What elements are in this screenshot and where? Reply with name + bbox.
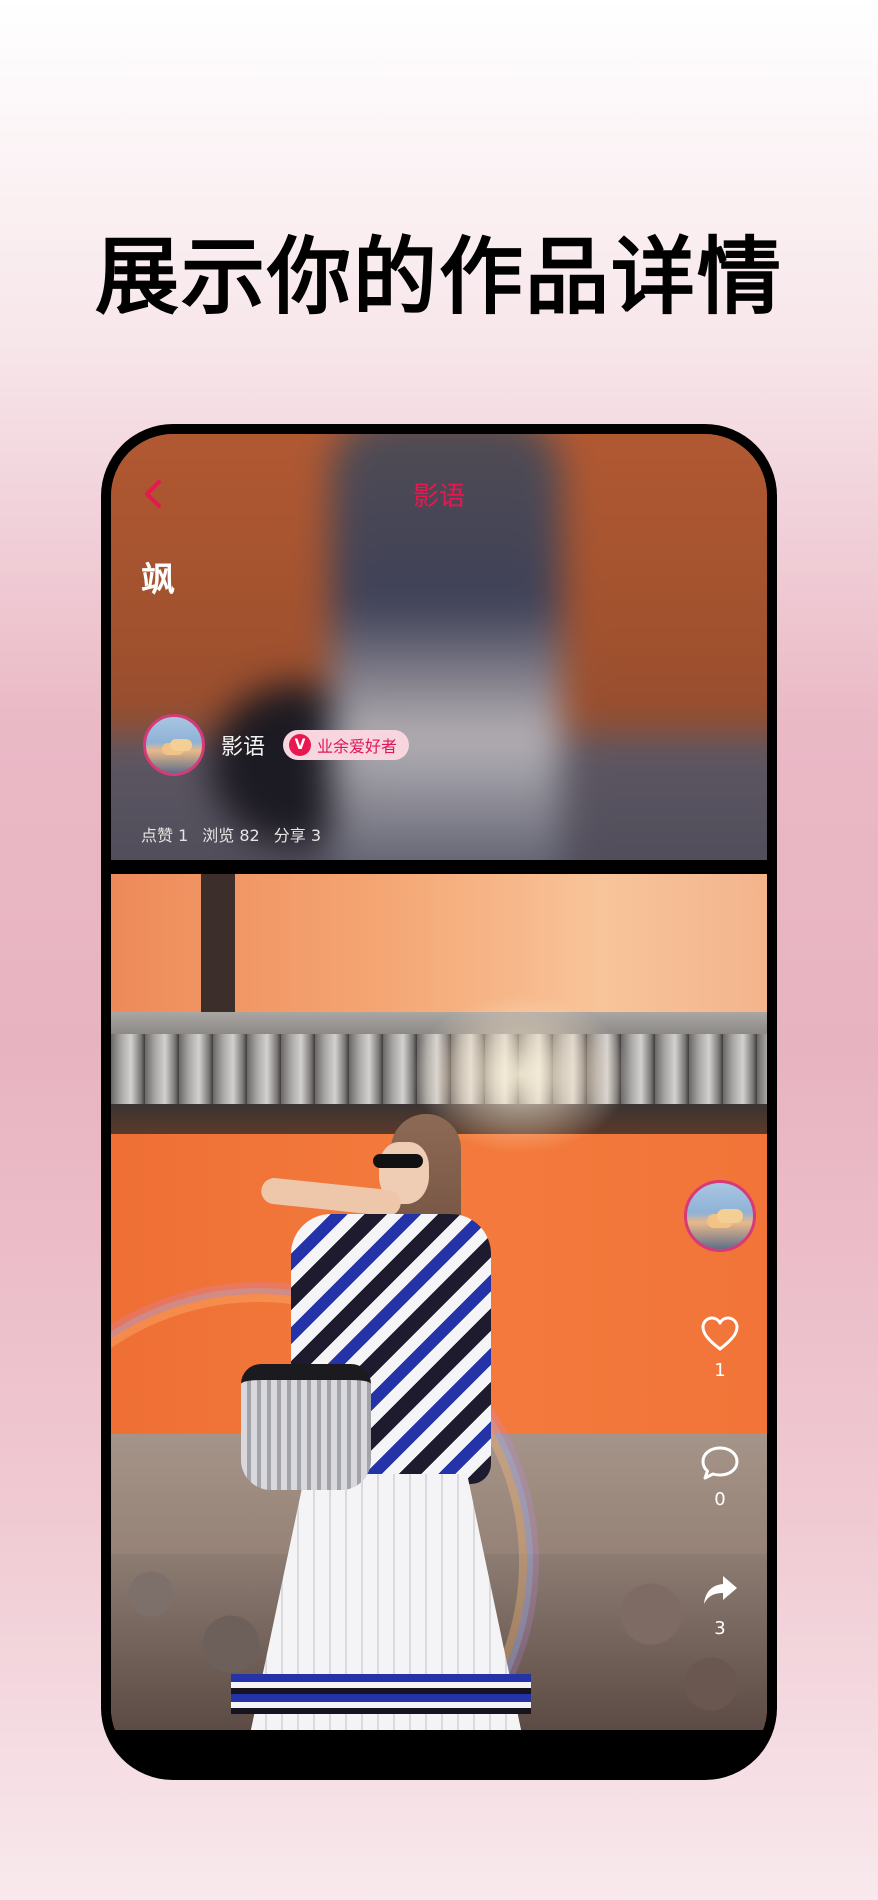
comment-button[interactable]: 0 — [699, 1443, 741, 1510]
nav-title: 影语 — [412, 482, 465, 512]
phone-screen: 影语 飒 影语 V 业余爱好者 点赞 1 浏览 82 分享 3 1 0 3 — [111, 434, 767, 1770]
side-author-avatar[interactable] — [684, 1180, 756, 1252]
comment-icon — [701, 1446, 739, 1480]
share-count: 3 — [714, 1618, 726, 1639]
comment-count: 0 — [714, 1489, 726, 1510]
author-name[interactable]: 影语 — [221, 729, 265, 761]
work-stats: 点赞 1 浏览 82 分享 3 — [141, 822, 321, 846]
share-button[interactable]: 3 — [699, 1572, 741, 1639]
detail-header: 影语 飒 影语 V 业余爱好者 点赞 1 浏览 82 分享 3 — [111, 434, 767, 860]
like-count: 1 — [714, 1360, 726, 1381]
badge-label: 业余爱好者 — [317, 737, 398, 756]
shares-stat: 分享 3 — [273, 826, 322, 845]
author-avatar[interactable] — [143, 714, 205, 776]
promo-headline: 展示你的作品详情 — [94, 227, 783, 326]
likes-stat: 点赞 1 — [141, 826, 189, 845]
work-title: 飒 — [141, 560, 175, 600]
verified-v-icon: V — [289, 734, 312, 756]
photo-subject — [221, 1114, 531, 1730]
views-stat: 浏览 82 — [202, 826, 260, 845]
author-level-badge: V 业余爱好者 — [283, 730, 410, 760]
share-icon — [704, 1576, 737, 1604]
author-row[interactable]: 影语 V 业余爱好者 — [143, 712, 410, 778]
work-photo[interactable] — [111, 874, 767, 1730]
phone-frame: 影语 飒 影语 V 业余爱好者 点赞 1 浏览 82 分享 3 1 0 3 — [101, 424, 777, 1780]
heart-icon — [701, 1316, 739, 1351]
like-button[interactable]: 1 — [699, 1314, 741, 1381]
side-action-bar: 1 0 3 — [683, 1180, 757, 1639]
